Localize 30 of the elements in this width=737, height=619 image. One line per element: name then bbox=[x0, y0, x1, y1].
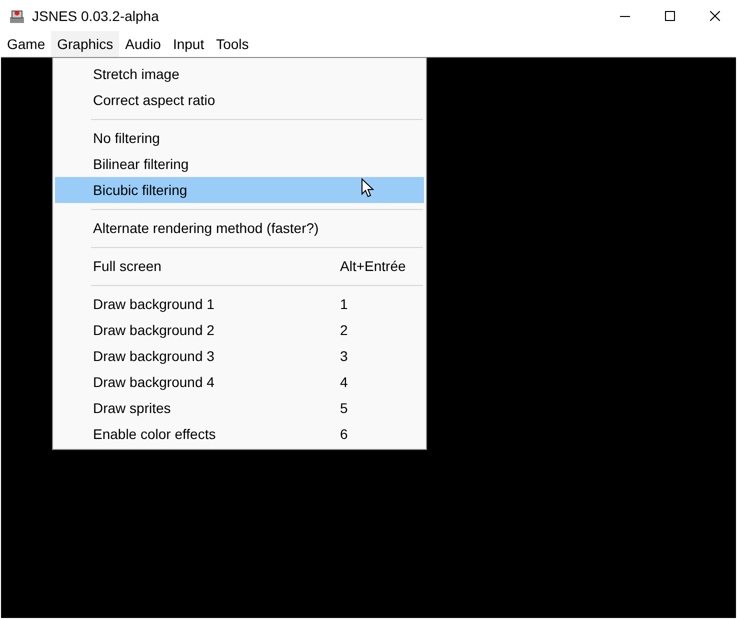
mouse-pointer-icon bbox=[361, 178, 374, 198]
menu-item[interactable]: Draw background 2 2 bbox=[55, 317, 424, 343]
shortcut-label: 1 bbox=[340, 296, 348, 312]
shortcut-label: 3 bbox=[340, 348, 348, 364]
menu-item[interactable]: Draw background 3 3 bbox=[55, 343, 424, 369]
shortcut-label: 4 bbox=[340, 374, 348, 390]
menu-item[interactable]: No filtering bbox=[55, 125, 424, 151]
menu-item[interactable]: Alternate rendering method (faster?) bbox=[55, 215, 424, 241]
menu-item[interactable]: Draw background 1 1 bbox=[55, 291, 424, 317]
shortcut-label: 2 bbox=[340, 322, 348, 338]
app-icon bbox=[9, 8, 25, 24]
close-icon bbox=[710, 10, 720, 20]
menu-item[interactable]: Full screen Alt+Entrée bbox=[55, 253, 424, 279]
menu-item[interactable]: Bicubic filtering bbox=[55, 177, 424, 203]
menu-item[interactable]: Correct aspect ratio bbox=[55, 87, 424, 113]
menu-title[interactable]: Tools bbox=[210, 31, 255, 57]
menu-item[interactable]: Draw background 4 4 bbox=[55, 369, 424, 395]
menu-title[interactable]: Game bbox=[1, 31, 52, 57]
maximize-icon bbox=[664, 10, 674, 20]
menu-title[interactable]: Graphics bbox=[51, 31, 120, 57]
shortcut-label: Alt+Entrée bbox=[340, 258, 406, 274]
menu-title[interactable]: Input bbox=[166, 31, 210, 57]
window-title: JSNES 0.03.2-alpha bbox=[32, 8, 160, 24]
shortcut-label: 6 bbox=[340, 426, 348, 442]
menu-item[interactable]: Enable color effects 6 bbox=[55, 421, 424, 447]
menu-item[interactable]: Draw sprites 5 bbox=[55, 395, 424, 421]
menu-title[interactable]: Audio bbox=[119, 31, 167, 57]
menu-item[interactable]: Bilinear filtering bbox=[55, 151, 424, 177]
menu-item[interactable]: Stretch image bbox=[55, 61, 424, 87]
shortcut-label: 5 bbox=[340, 400, 348, 416]
